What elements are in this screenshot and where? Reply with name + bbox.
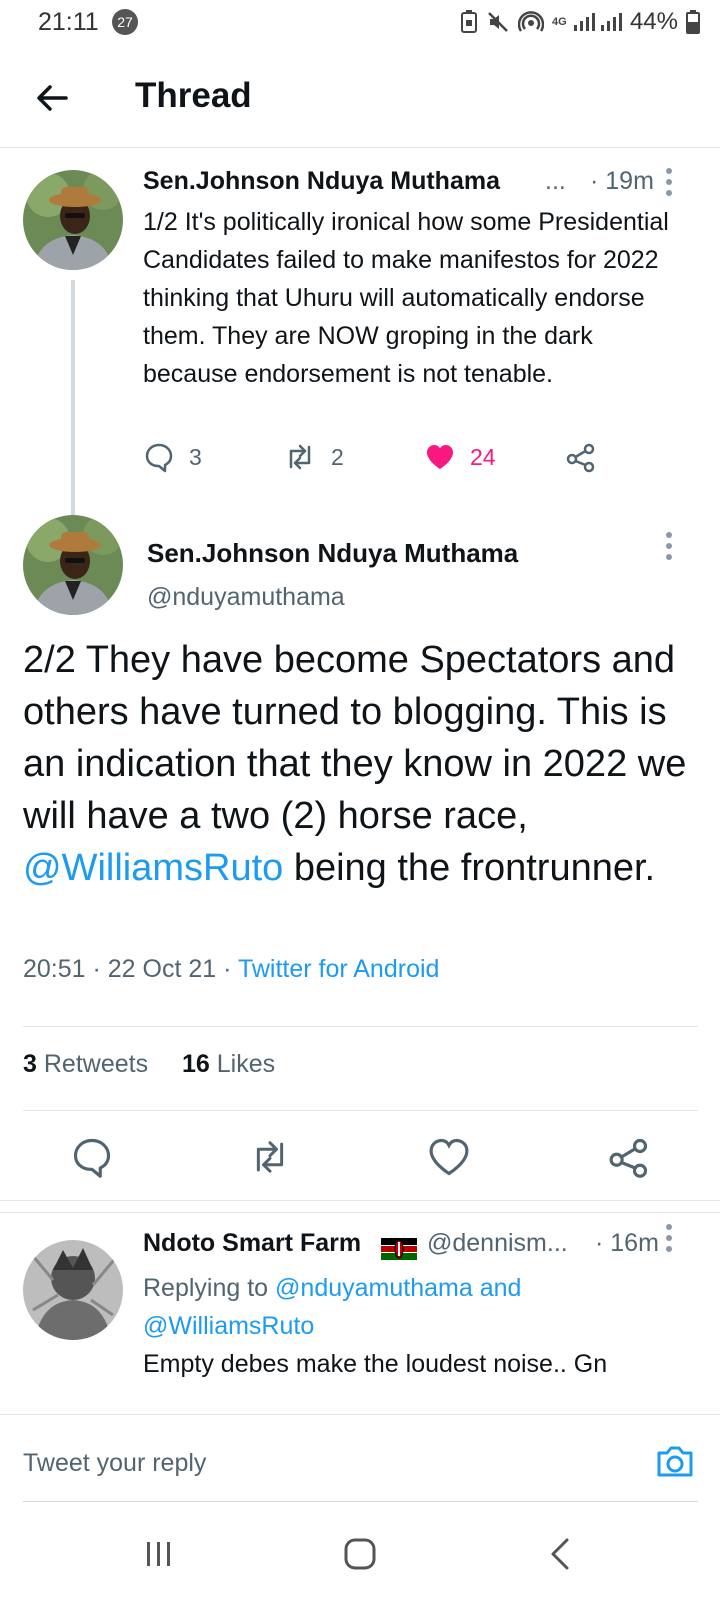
system-back-button[interactable] (540, 1532, 584, 1576)
battery-percent: 44% (629, 8, 678, 35)
tweet-author-name[interactable]: Sen.Johnson Nduya Muthama (143, 167, 500, 196)
share-icon (609, 1138, 648, 1178)
comment-icon (73, 1138, 111, 1178)
retweet-count: 2 (331, 443, 344, 470)
tweet-datetime: 20:51 · 22 Oct 21 · (23, 955, 238, 983)
more-options-button[interactable] (659, 166, 679, 198)
recent-apps-icon (147, 1542, 170, 1566)
replying-to: Replying to @nduyamuthama and @WilliamsRu… (143, 1269, 643, 1345)
share-button[interactable] (565, 440, 597, 474)
reply-text: Empty debes make the loudest noise.. Gn (143, 1350, 608, 1378)
recent-apps-button[interactable] (137, 1532, 181, 1576)
reply-count: 3 (189, 443, 202, 470)
status-bar: 21:11 27 4G 44% (0, 0, 720, 46)
notification-count-badge: 27 (112, 9, 138, 35)
tweet-stats: 3 Retweets 16 Likes (23, 1050, 275, 1079)
replying-and: and (472, 1274, 522, 1302)
heart-outline-icon (429, 1138, 469, 1176)
like-button[interactable]: 24 (424, 440, 496, 474)
tweet-timestamp[interactable]: · 19m (590, 167, 654, 196)
camera-icon (657, 1446, 693, 1477)
replying-to-prefix: Replying to (143, 1274, 276, 1302)
avatar[interactable] (23, 1240, 123, 1340)
tweet-text-part: being the frontrunner. (283, 847, 656, 889)
reply-timestamp[interactable]: · 16m (595, 1229, 659, 1258)
reply-author-handle[interactable]: @dennism... (427, 1229, 568, 1258)
section-divider (0, 1200, 720, 1201)
reply-input[interactable] (23, 1445, 623, 1481)
retweet-icon (256, 1141, 284, 1173)
retweets-label: Retweets (43, 1050, 149, 1078)
share-button[interactable] (607, 1135, 651, 1179)
likes-count: 16 (181, 1050, 210, 1078)
thread-connector-line (71, 280, 75, 516)
focused-tweet-text: 2/2 They have become Spectators and othe… (23, 634, 703, 894)
avatar[interactable] (23, 170, 123, 270)
retweets-stat[interactable]: 3 Retweets (23, 1050, 148, 1078)
mention-link[interactable]: @WilliamsRuto (143, 1312, 314, 1340)
status-time: 21:11 (38, 8, 99, 36)
retweets-count: 3 (23, 1050, 37, 1078)
app-header: Thread (0, 50, 720, 148)
more-vertical-icon (666, 532, 672, 560)
hotspot-icon (517, 10, 544, 34)
avatar[interactable] (23, 515, 123, 615)
reply-button[interactable]: 3 (143, 440, 202, 474)
reply-author-name[interactable]: Ndoto Smart Farm (143, 1229, 361, 1258)
more-vertical-icon (666, 168, 672, 196)
tweet-text: 1/2 It's politically ironical how some P… (143, 208, 669, 388)
battery-saver-icon (460, 10, 478, 34)
mention-link[interactable]: @nduyamuthama (275, 1274, 473, 1302)
system-navigation-bar (0, 1504, 720, 1600)
like-button[interactable] (427, 1135, 471, 1179)
tweet-author-handle[interactable]: @nduyamuthama (147, 583, 345, 612)
divider (23, 1110, 698, 1111)
likes-stat[interactable]: 16 Likes (182, 1050, 275, 1078)
kenya-flag-icon (381, 1238, 417, 1260)
comment-icon (145, 443, 173, 473)
signal-icon (573, 11, 622, 33)
tweet-text-part: 2/2 They have become Spectators and othe… (23, 639, 687, 837)
section-divider (0, 1212, 720, 1213)
retweet-button[interactable]: 2 (283, 440, 344, 474)
like-count: 24 (470, 443, 496, 470)
mention-link[interactable]: @WilliamsRuto (23, 847, 283, 889)
camera-button[interactable] (653, 1439, 697, 1483)
chevron-left-icon (551, 1538, 569, 1570)
name-ellipsis: ... (545, 167, 566, 195)
mute-icon (486, 10, 510, 34)
arrow-left-icon (37, 85, 68, 111)
home-icon (344, 1538, 376, 1570)
more-options-button[interactable] (659, 530, 679, 562)
avatar-photo-icon (23, 515, 123, 615)
status-icons: 4G 44% (460, 7, 700, 37)
likes-label: Likes (216, 1050, 276, 1078)
heart-filled-icon (427, 445, 453, 469)
tweet-author-name[interactable]: Sen.Johnson Nduya Muthama (147, 538, 518, 569)
retweet-button[interactable] (248, 1135, 292, 1179)
tweet-meta: 20:51 · 22 Oct 21 · Twitter for Android (23, 955, 439, 984)
share-icon (566, 443, 595, 473)
home-button[interactable] (338, 1532, 382, 1576)
more-vertical-icon (666, 1224, 672, 1252)
tweet-source-link[interactable]: Twitter for Android (238, 955, 439, 983)
avatar-photo-icon (23, 170, 123, 270)
network-type-label: 4G (551, 15, 567, 28)
divider (23, 1026, 698, 1027)
more-options-button[interactable] (659, 1222, 679, 1254)
back-button[interactable] (30, 76, 74, 120)
reply-button[interactable] (70, 1135, 114, 1179)
reply-compose-bar (0, 1414, 720, 1504)
input-underline (23, 1501, 698, 1502)
battery-icon (686, 10, 700, 34)
retweet-icon (289, 444, 311, 470)
avatar-photo-icon (23, 1240, 123, 1340)
page-title: Thread (135, 76, 252, 115)
